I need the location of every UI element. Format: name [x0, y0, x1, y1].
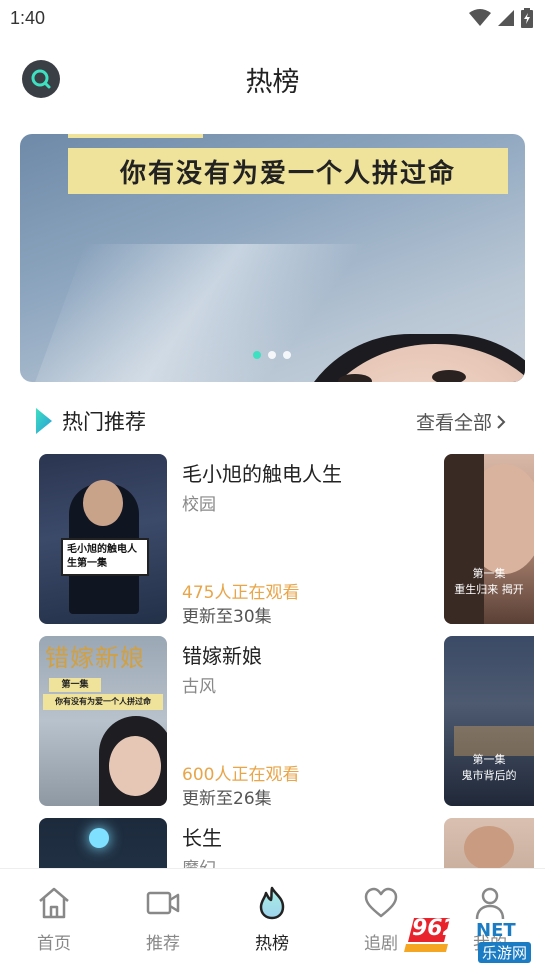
list-item[interactable]: 错嫁新娘 第一集 你有没有为爱一个人拼过命 第一集 鬼市背后的 错嫁新娘 古风 … [39, 636, 534, 809]
poster-title: 错嫁新娘 [45, 644, 145, 672]
item-genre: 魔幻 [182, 854, 216, 868]
section-header: 热门推荐 查看全部 [36, 404, 506, 438]
item-updated: 更新至26集 [182, 789, 272, 809]
item-viewers: 600人正在观看 [182, 765, 300, 785]
carousel-dot[interactable] [283, 351, 291, 359]
poster-image-next[interactable]: 第一集 鬼市背后的 [444, 636, 534, 806]
poster-label: 毛小旭的触电人生第一集 [61, 538, 149, 576]
watermark-suffix: NET [476, 920, 516, 941]
carousel-dots [253, 351, 291, 359]
item-title: 毛小旭的触电人生 [182, 462, 342, 486]
item-title: 长生 [182, 826, 222, 850]
watermark-brand: 962 [412, 916, 458, 941]
poster-caption: 第一集 [472, 567, 506, 580]
tab-hot[interactable]: 热榜 [232, 885, 312, 954]
status-bar: 1:40 [0, 0, 545, 38]
chevron-right-icon [497, 414, 506, 429]
item-genre: 校园 [182, 495, 216, 515]
poster-image-next[interactable]: 第一集 重生归来 揭开 [444, 454, 534, 624]
wifi-icon [469, 9, 491, 26]
poster-image [39, 818, 167, 868]
view-all-link[interactable]: 查看全部 [416, 408, 506, 435]
header: 热榜 [0, 50, 545, 106]
watermark-sub: 乐游网 [478, 942, 532, 963]
banner-caption: 你有没有为爱一个人拼过命 [68, 148, 508, 194]
video-icon [146, 891, 180, 915]
banner-carousel[interactable]: 你有没有为爱一个人拼过命 [20, 134, 525, 382]
battery-icon [521, 8, 533, 28]
poster-image-next[interactable] [444, 818, 534, 868]
poster-episode: 第一集 [49, 678, 101, 692]
watermark-logo: 962 NET 乐游网 [404, 912, 545, 963]
section-title: 热门推荐 [62, 410, 146, 434]
item-genre: 古风 [182, 677, 216, 697]
item-viewers: 475人正在观看 [182, 583, 300, 603]
tab-label: 首页 [37, 934, 71, 954]
item-updated: 更新至30集 [182, 607, 272, 627]
tab-home[interactable]: 首页 [14, 885, 94, 954]
section-marker-icon [36, 408, 52, 434]
poster-caption: 鬼市背后的 [461, 769, 517, 782]
carousel-dot[interactable] [268, 351, 276, 359]
poster-image: 错嫁新娘 第一集 你有没有为爱一个人拼过命 [39, 636, 167, 806]
status-icons [469, 8, 533, 28]
poster-caption: 你有没有为爱一个人拼过命 [43, 694, 163, 710]
view-all-label: 查看全部 [415, 412, 492, 434]
signal-icon [498, 10, 514, 26]
status-time: 1:40 [10, 8, 46, 28]
poster-caption: 第一集 [472, 753, 506, 766]
tab-label: 推荐 [146, 934, 180, 954]
list-item[interactable]: 长生 魔幻 [39, 818, 534, 868]
home-icon [39, 887, 69, 919]
tab-recommend[interactable]: 推荐 [123, 885, 203, 954]
drama-list: 毛小旭的触电人生第一集 第一集 重生归来 揭开 毛小旭的触电人生 校园 475人… [0, 454, 545, 868]
tab-label: 热榜 [255, 934, 289, 954]
page-title: 热榜 [245, 67, 300, 98]
poster-caption: 重生归来 揭开 [454, 583, 524, 596]
poster-image: 毛小旭的触电人生第一集 [39, 454, 167, 624]
flame-icon [259, 886, 285, 920]
item-title: 错嫁新娘 [182, 644, 262, 668]
carousel-dot[interactable] [253, 351, 261, 359]
list-item[interactable]: 毛小旭的触电人生第一集 第一集 重生归来 揭开 毛小旭的触电人生 校园 475人… [39, 454, 534, 627]
heart-icon [364, 887, 398, 918]
